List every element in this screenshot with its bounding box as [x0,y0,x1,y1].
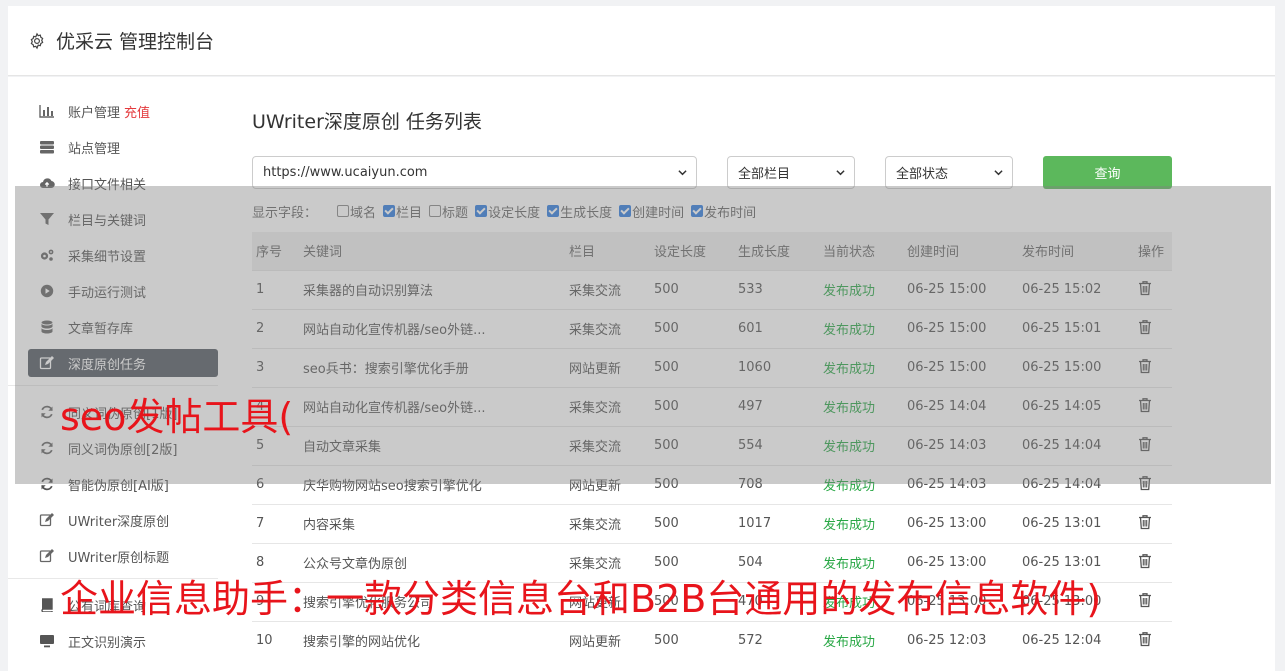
cell-actions [1134,581,1172,621]
cell-actions [1134,503,1172,543]
bar-chart-icon [38,104,56,118]
sidebar-item-account[interactable]: 账户管理 充值 [28,97,218,125]
watermark-line2: 企业信息助手：一款分类信息台和B2B台通用的发布信息软件) [60,577,1102,621]
status-select-value: 全部状态 [896,167,949,182]
cell-index: 10 [252,620,299,660]
page-title: UWriter深度原创 任务列表 [252,111,482,133]
column-select[interactable]: 全部栏目 [727,156,855,189]
cell-set-length: 500 [650,503,734,543]
monitor-icon [38,634,56,648]
cell-created: 06-25 12:03 [903,620,1018,660]
cell-keyword: 内容采集 [299,503,565,543]
server-icon [38,140,56,154]
sidebar-item-sites[interactable]: 站点管理 [28,133,218,161]
site-select-value: https://www.ucaiyun.com [263,165,428,180]
sidebar-item-label: UWriter深度原创 [68,514,170,530]
edit-icon [38,549,56,563]
sidebar-item-uwriter-title[interactable]: UWriter原创标题 [28,542,218,570]
cell-set-length: 500 [650,620,734,660]
cell-status: 发布成功 [819,503,903,543]
trash-icon[interactable] [1138,514,1152,530]
status-select[interactable]: 全部状态 [885,156,1013,189]
app-title: 优采云 管理控制台 [56,31,215,53]
cell-index: 7 [252,503,299,543]
trash-icon[interactable] [1138,631,1152,647]
sidebar-item-label: 账户管理 [68,105,121,121]
watermark-line1: seo发帖工具( [60,395,294,439]
table-row: 7 内容采集 采集交流 500 1017 发布成功 06-25 13:00 06-25 13:… [252,503,1172,543]
sidebar-item-text-recognition[interactable]: 正文识别演示 [28,627,218,655]
site-select[interactable]: https://www.ucaiyun.com [252,156,697,189]
gear-icon [30,32,44,49]
cell-created: 06-25 13:00 [903,503,1018,543]
chevron-down-icon [994,170,1003,176]
edit-icon [38,513,56,527]
cell-column: 网站更新 [565,620,650,660]
sidebar-item-label: UWriter原创标题 [68,550,170,566]
trash-icon[interactable] [1138,553,1152,569]
table-row: 10 搜索引擎的网站优化 网站更新 500 572 发布成功 06-25 12:03 06-2… [252,620,1172,660]
cell-gen-length: 572 [734,620,819,660]
sidebar-item-label: 站点管理 [68,141,121,157]
cell-published: 06-25 12:04 [1018,620,1134,660]
column-select-value: 全部栏目 [738,167,791,182]
query-button[interactable]: 查询 [1043,156,1172,189]
cell-column: 采集交流 [565,503,650,543]
cell-actions [1134,620,1172,660]
cell-actions [1134,542,1172,582]
book-icon [38,598,56,612]
sidebar-item-label: 正文识别演示 [68,635,147,651]
cell-published: 06-25 13:01 [1018,503,1134,543]
recharge-link[interactable]: 充值 [124,102,150,121]
cell-gen-length: 1017 [734,503,819,543]
cell-keyword: 搜索引擎的网站优化 [299,620,565,660]
trash-icon[interactable] [1138,592,1152,608]
cell-status: 发布成功 [819,620,903,660]
chevron-down-icon [678,170,687,176]
sidebar-item-uwriter-deep[interactable]: UWriter深度原创 [28,506,218,534]
top-bar: 优采云 管理控制台 [8,6,1275,76]
chevron-down-icon [836,170,845,176]
